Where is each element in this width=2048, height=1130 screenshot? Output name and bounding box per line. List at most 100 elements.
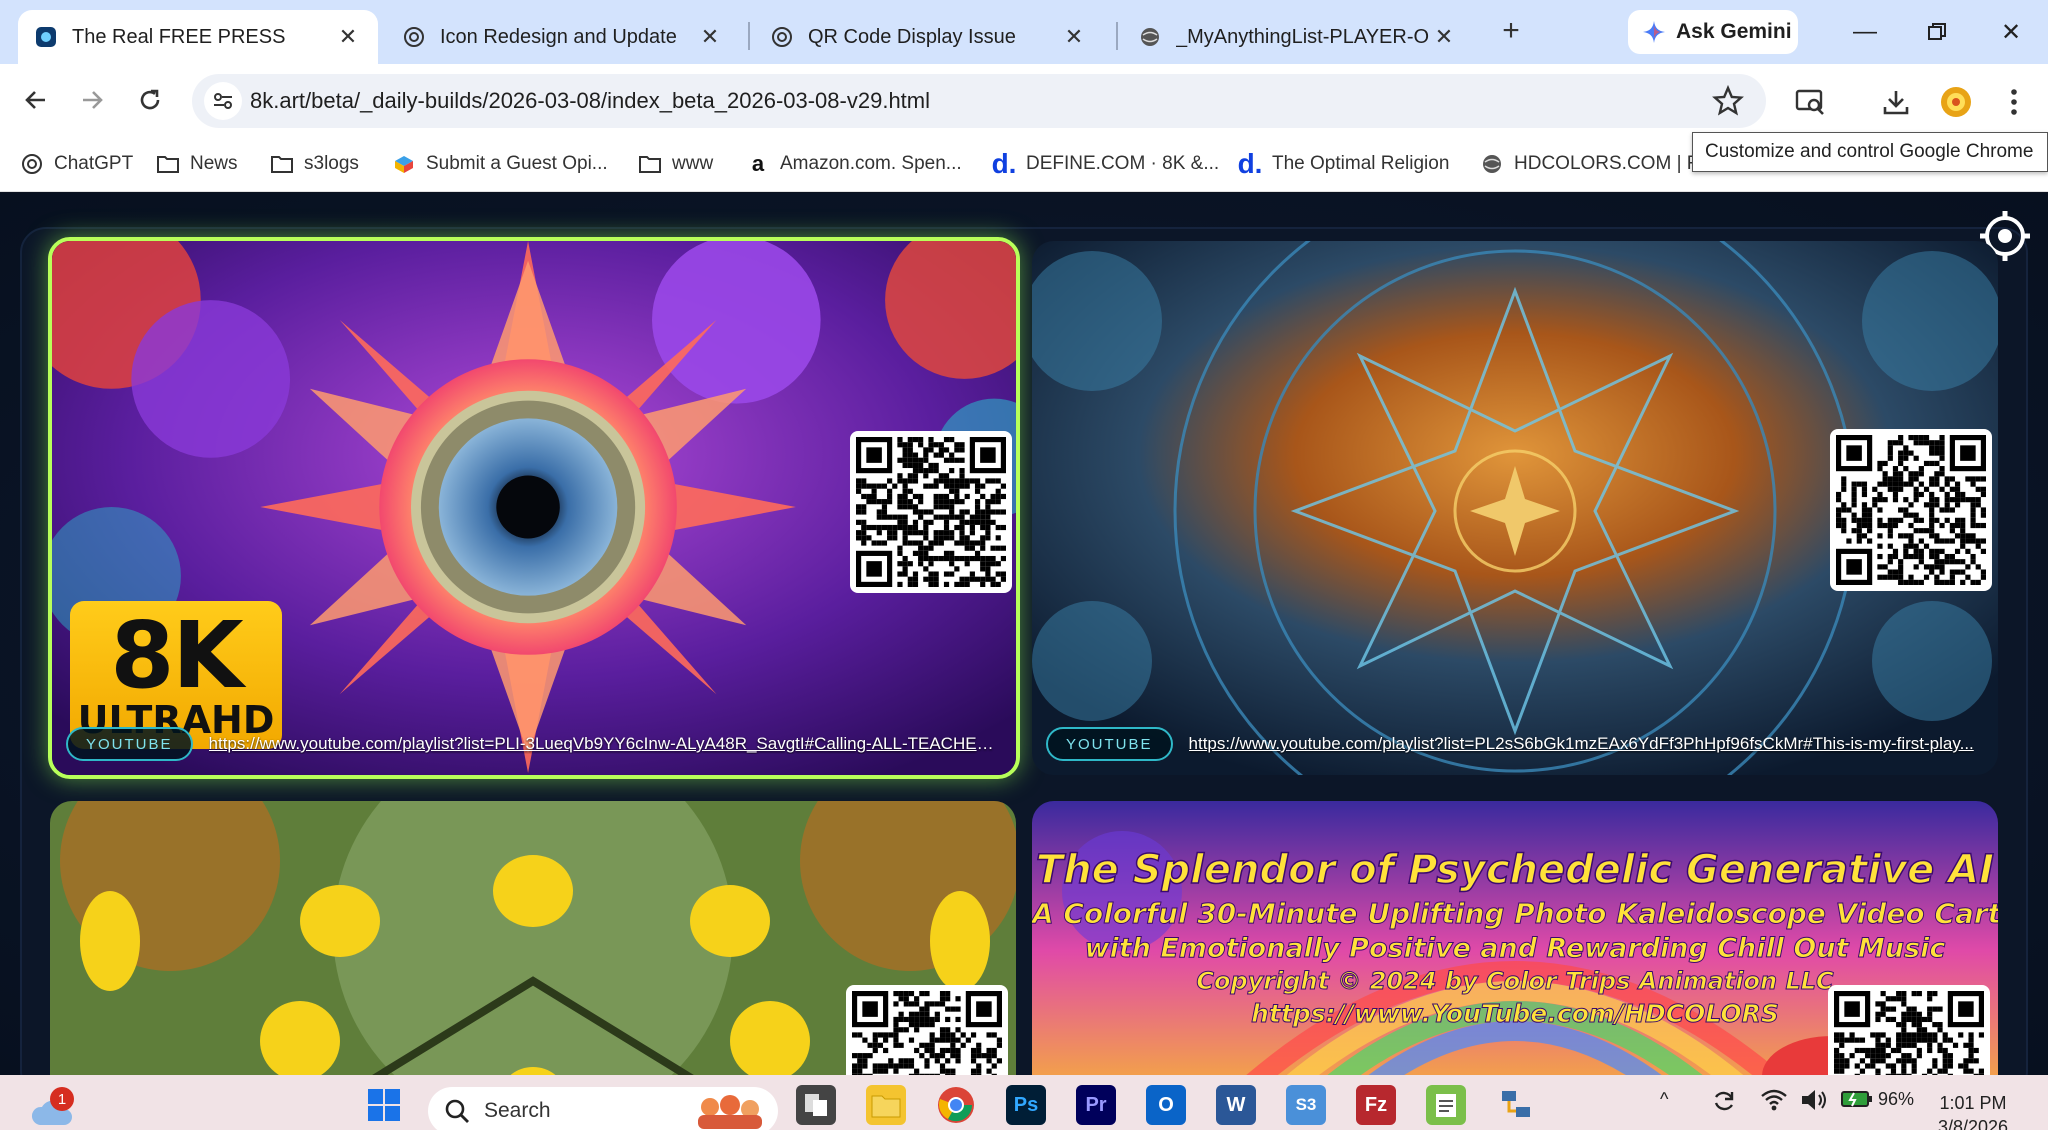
forward-button[interactable] — [70, 78, 114, 122]
qr-code — [850, 431, 1012, 593]
search-highlight-icon — [698, 1095, 762, 1129]
folder-icon — [638, 152, 662, 176]
tab-myanythinglist[interactable]: _MyAnythingList-PLAYER-ONL ✕ — [1122, 10, 1474, 64]
word-app[interactable]: W — [1216, 1085, 1256, 1125]
outlook-app[interactable]: O — [1146, 1085, 1186, 1125]
video-card-3[interactable] — [50, 801, 1016, 1075]
card-caption: YOUTUBE https://www.youtube.com/playlist… — [1046, 727, 1984, 761]
tab-the-real-free-press[interactable]: The Real FREE PRESS ✕ — [18, 10, 378, 64]
notepad-app[interactable] — [1426, 1085, 1466, 1125]
poster-line-3: with Emotionally Positive and Rewarding … — [1084, 933, 1946, 965]
bookmark-star-icon[interactable] — [1712, 85, 1744, 117]
tab-qr-code-display[interactable]: QR Code Display Issue ✕ — [754, 10, 1104, 64]
chrome-app[interactable] — [936, 1085, 976, 1125]
close-icon[interactable]: ✕ — [1060, 23, 1088, 51]
search-placeholder: Search — [484, 1099, 551, 1122]
premiere-icon: Pr — [1085, 1093, 1107, 1116]
bookmark-label: News — [190, 153, 238, 174]
screen-search-button[interactable] — [1790, 82, 1830, 122]
avatar-icon — [1941, 87, 1971, 117]
chatgpt-icon — [402, 25, 426, 49]
youtube-badge: YOUTUBE — [1046, 727, 1173, 761]
folder-icon — [270, 152, 294, 176]
bookmark-label: Submit a Guest Opi... — [426, 153, 608, 174]
profile-avatar[interactable] — [1936, 82, 1976, 122]
restore-button[interactable] — [1912, 14, 1962, 50]
downloads-button[interactable] — [1876, 82, 1916, 122]
poster-title: The Splendor of Psychedelic Generative A… — [1035, 846, 1995, 894]
bookmark-label: www — [672, 153, 714, 174]
close-icon[interactable]: ✕ — [334, 23, 362, 51]
qr-code — [1828, 985, 1990, 1075]
playlist-link[interactable]: https://www.youtube.com/playlist?list=PL… — [1189, 734, 1974, 754]
globe-icon — [1138, 25, 1162, 49]
tune-icon — [214, 93, 232, 109]
start-button[interactable] — [364, 1085, 404, 1125]
back-button[interactable] — [14, 78, 58, 122]
clock-time: 1:01 PM — [1939, 1093, 2007, 1113]
filezilla-app[interactable]: Fz — [1356, 1085, 1396, 1125]
bookmark-chatgpt[interactable]: ChatGPT — [20, 148, 133, 180]
sync-icon[interactable] — [1710, 1087, 1738, 1120]
taskbar-search[interactable]: Search — [428, 1087, 778, 1130]
volume-icon[interactable] — [1800, 1087, 1830, 1118]
tray-overflow-icon[interactable]: ^ — [1660, 1089, 1668, 1110]
wifi-icon[interactable] — [1760, 1087, 1788, 1118]
s3-icon: S3 — [1295, 1095, 1317, 1114]
logo-8k-text: 8K — [110, 602, 243, 709]
bookmark-news[interactable]: News — [156, 148, 238, 180]
site-info-button[interactable] — [204, 82, 242, 120]
bookmark-s3logs[interactable]: s3logs — [270, 148, 359, 180]
youtube-badge: YOUTUBE — [66, 727, 193, 761]
clock-date: 3/8/2026 — [1937, 1117, 2009, 1130]
premiere-app[interactable]: Pr — [1076, 1085, 1116, 1125]
video-card-1[interactable]: 8K ULTRAHD YOUTUBE https://www.youtube.c… — [48, 237, 1020, 779]
video-card-4[interactable]: The Splendor of Psychedelic Generative A… — [1032, 801, 1998, 1075]
bookmark-optimal-religion[interactable]: d. The Optimal Religion — [1238, 148, 1450, 180]
bookmark-define[interactable]: d. DEFINE.COM · 8K &... — [992, 148, 1220, 180]
bookmark-submit-guest[interactable]: Submit a Guest Opi... — [392, 148, 608, 180]
search-icon — [445, 1099, 469, 1123]
bookmark-label: DEFINE.COM · 8K &... — [1026, 153, 1220, 174]
ask-gemini-button[interactable]: Ask Gemini — [1628, 10, 1798, 54]
gemini-icon — [1643, 21, 1665, 43]
qr-code — [846, 985, 1008, 1075]
photoshop-icon: Ps — [1013, 1093, 1039, 1116]
windows-taskbar: 1 Search Ps Pr O W S3 Fz ^ 96% 1:01 PM 3… — [0, 1075, 2048, 1130]
chrome-menu-button[interactable] — [1994, 82, 2034, 122]
folder-icon — [156, 152, 180, 176]
system-clock[interactable]: 1:01 PM 3/8/2026 — [1918, 1091, 2028, 1130]
battery-percent: 96% — [1878, 1088, 1915, 1109]
minimize-button[interactable]: — — [1840, 14, 1890, 50]
bookmark-amazon[interactable]: a Amazon.com. Spen... — [746, 148, 962, 180]
video-card-2[interactable]: YOUTUBE https://www.youtube.com/playlist… — [1032, 241, 1998, 775]
page-content: 8K ULTRAHD YOUTUBE https://www.youtube.c… — [0, 193, 2048, 1075]
close-icon[interactable]: ✕ — [1430, 23, 1458, 51]
playlist-link[interactable]: https://www.youtube.com/playlist?list=PL… — [209, 734, 1002, 754]
photoshop-app[interactable]: Ps — [1006, 1085, 1046, 1125]
new-tab-button[interactable]: + — [1494, 14, 1528, 48]
file-explorer-app[interactable] — [866, 1085, 906, 1125]
menu-tooltip: Customize and control Google Chrome — [1692, 132, 2048, 172]
task-view-button[interactable] — [796, 1085, 836, 1125]
bookmark-hdcolors[interactable]: HDCOLORS.COM | F... — [1480, 148, 1712, 180]
filezilla-icon: Fz — [1364, 1093, 1388, 1116]
bookmark-label: s3logs — [304, 153, 359, 174]
reload-button[interactable] — [128, 78, 172, 122]
s3-browser-app[interactable]: S3 — [1286, 1085, 1326, 1125]
close-icon[interactable]: ✕ — [696, 23, 724, 51]
tab-title: Icon Redesign and Update — [440, 25, 677, 48]
ask-gemini-label: Ask Gemini — [1676, 20, 1792, 43]
bookmark-www[interactable]: www — [638, 148, 713, 180]
close-window-button[interactable]: ✕ — [1986, 14, 2036, 50]
bookmark-label: Amazon.com. Spen... — [780, 153, 962, 174]
tab-separator — [748, 22, 750, 50]
tab-icon-redesign[interactable]: Icon Redesign and Update ✕ — [386, 10, 740, 64]
notification-badge: 1 — [50, 1087, 74, 1111]
battery-indicator[interactable]: 96% — [1840, 1087, 1914, 1111]
network-app[interactable] — [1496, 1085, 1536, 1125]
address-bar[interactable]: 8k.art/beta/_daily-builds/2026-03-08/ind… — [192, 74, 1766, 128]
page-icon — [34, 25, 58, 49]
url-text[interactable]: 8k.art/beta/_daily-builds/2026-03-08/ind… — [250, 88, 930, 114]
bookmark-label: ChatGPT — [54, 153, 134, 174]
